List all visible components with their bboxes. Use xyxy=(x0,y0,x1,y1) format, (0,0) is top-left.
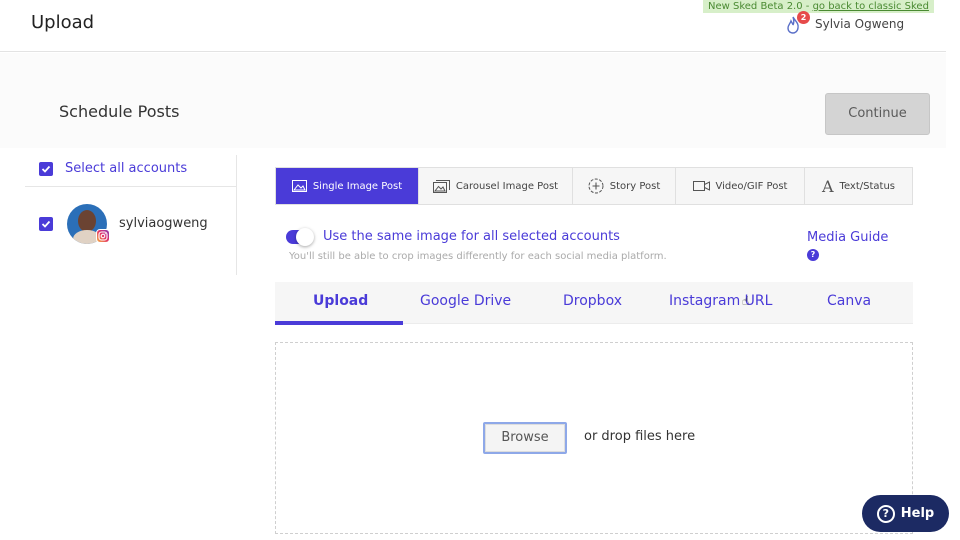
story-icon xyxy=(588,178,604,194)
toggle-knob xyxy=(296,228,314,246)
tab-single-image-post[interactable]: Single Image Post xyxy=(276,168,419,204)
account-checkbox[interactable] xyxy=(39,217,53,231)
tab-dropbox[interactable]: Dropbox xyxy=(563,293,622,309)
post-type-tabs: Single Image Post Carousel Image Post St… xyxy=(275,167,913,205)
browse-button[interactable]: Browse xyxy=(483,422,567,454)
question-circle-icon: ? xyxy=(876,504,895,523)
schedule-title: Schedule Posts xyxy=(59,102,180,121)
tab-carousel-image-post[interactable]: Carousel Image Post xyxy=(419,168,573,204)
account-name: sylviaogweng xyxy=(119,216,208,231)
active-tab-underline xyxy=(275,321,403,325)
tab-upload[interactable]: Upload xyxy=(313,293,368,309)
tab-label: Single Image Post xyxy=(312,180,403,192)
tab-text-status[interactable]: A Text/Status xyxy=(805,168,912,204)
tab-label: Story Post xyxy=(609,180,661,192)
tab-canva[interactable]: Canva xyxy=(827,293,871,309)
select-all-checkbox[interactable] xyxy=(39,162,53,176)
text-icon: A xyxy=(821,176,834,196)
hand-cursor-icon: ☝ xyxy=(742,294,750,308)
classic-sked-link[interactable]: go back to classic Sked xyxy=(813,1,929,12)
notifications-button[interactable]: 2 xyxy=(785,11,810,36)
same-image-toggle[interactable] xyxy=(286,228,314,246)
check-icon xyxy=(41,165,51,173)
upload-source-tabs: Upload Google Drive Dropbox Instagram UR… xyxy=(275,282,913,325)
page-title: Upload xyxy=(31,12,95,33)
top-header: Upload New Sked Beta 2.0 - go back to cl… xyxy=(0,0,946,52)
select-all-row[interactable]: Select all accounts xyxy=(25,155,237,187)
help-label: Help xyxy=(900,506,935,521)
continue-button[interactable]: Continue xyxy=(825,93,930,135)
tab-story-post[interactable]: Story Post xyxy=(573,168,676,204)
tab-label: Video/GIF Post xyxy=(715,180,788,192)
same-image-subtext: You'll still be able to crop images diff… xyxy=(289,251,667,262)
video-icon xyxy=(692,180,710,192)
beta-banner: New Sked Beta 2.0 - go back to classic S… xyxy=(703,0,934,13)
tab-instagram-url[interactable]: Instagram URL xyxy=(669,293,772,309)
account-row[interactable]: sylviaogweng xyxy=(25,201,237,247)
image-icon xyxy=(291,180,307,192)
media-guide-link[interactable]: Media Guide xyxy=(807,230,888,245)
notification-count-badge: 2 xyxy=(797,11,810,24)
carousel-icon xyxy=(432,179,450,193)
drop-files-text: or drop files here xyxy=(584,429,696,444)
schedule-bar: Schedule Posts Continue xyxy=(0,53,946,148)
check-icon xyxy=(41,220,51,228)
tab-label: Carousel Image Post xyxy=(455,180,559,192)
accounts-sidebar: Select all accounts sylviaogweng xyxy=(25,155,237,275)
beta-banner-text: New Sked Beta 2.0 - xyxy=(708,1,813,12)
select-all-label[interactable]: Select all accounts xyxy=(65,161,187,176)
instagram-icon xyxy=(96,229,110,243)
help-button[interactable]: ? Help xyxy=(862,495,949,532)
tab-google-drive[interactable]: Google Drive xyxy=(420,293,511,309)
tab-video-gif-post[interactable]: Video/GIF Post xyxy=(676,168,805,204)
user-name[interactable]: Sylvia Ogweng xyxy=(815,17,904,31)
tab-label: Text/Status xyxy=(839,180,896,192)
same-image-label[interactable]: Use the same image for all selected acco… xyxy=(323,229,620,244)
question-icon[interactable]: ? xyxy=(807,249,819,261)
